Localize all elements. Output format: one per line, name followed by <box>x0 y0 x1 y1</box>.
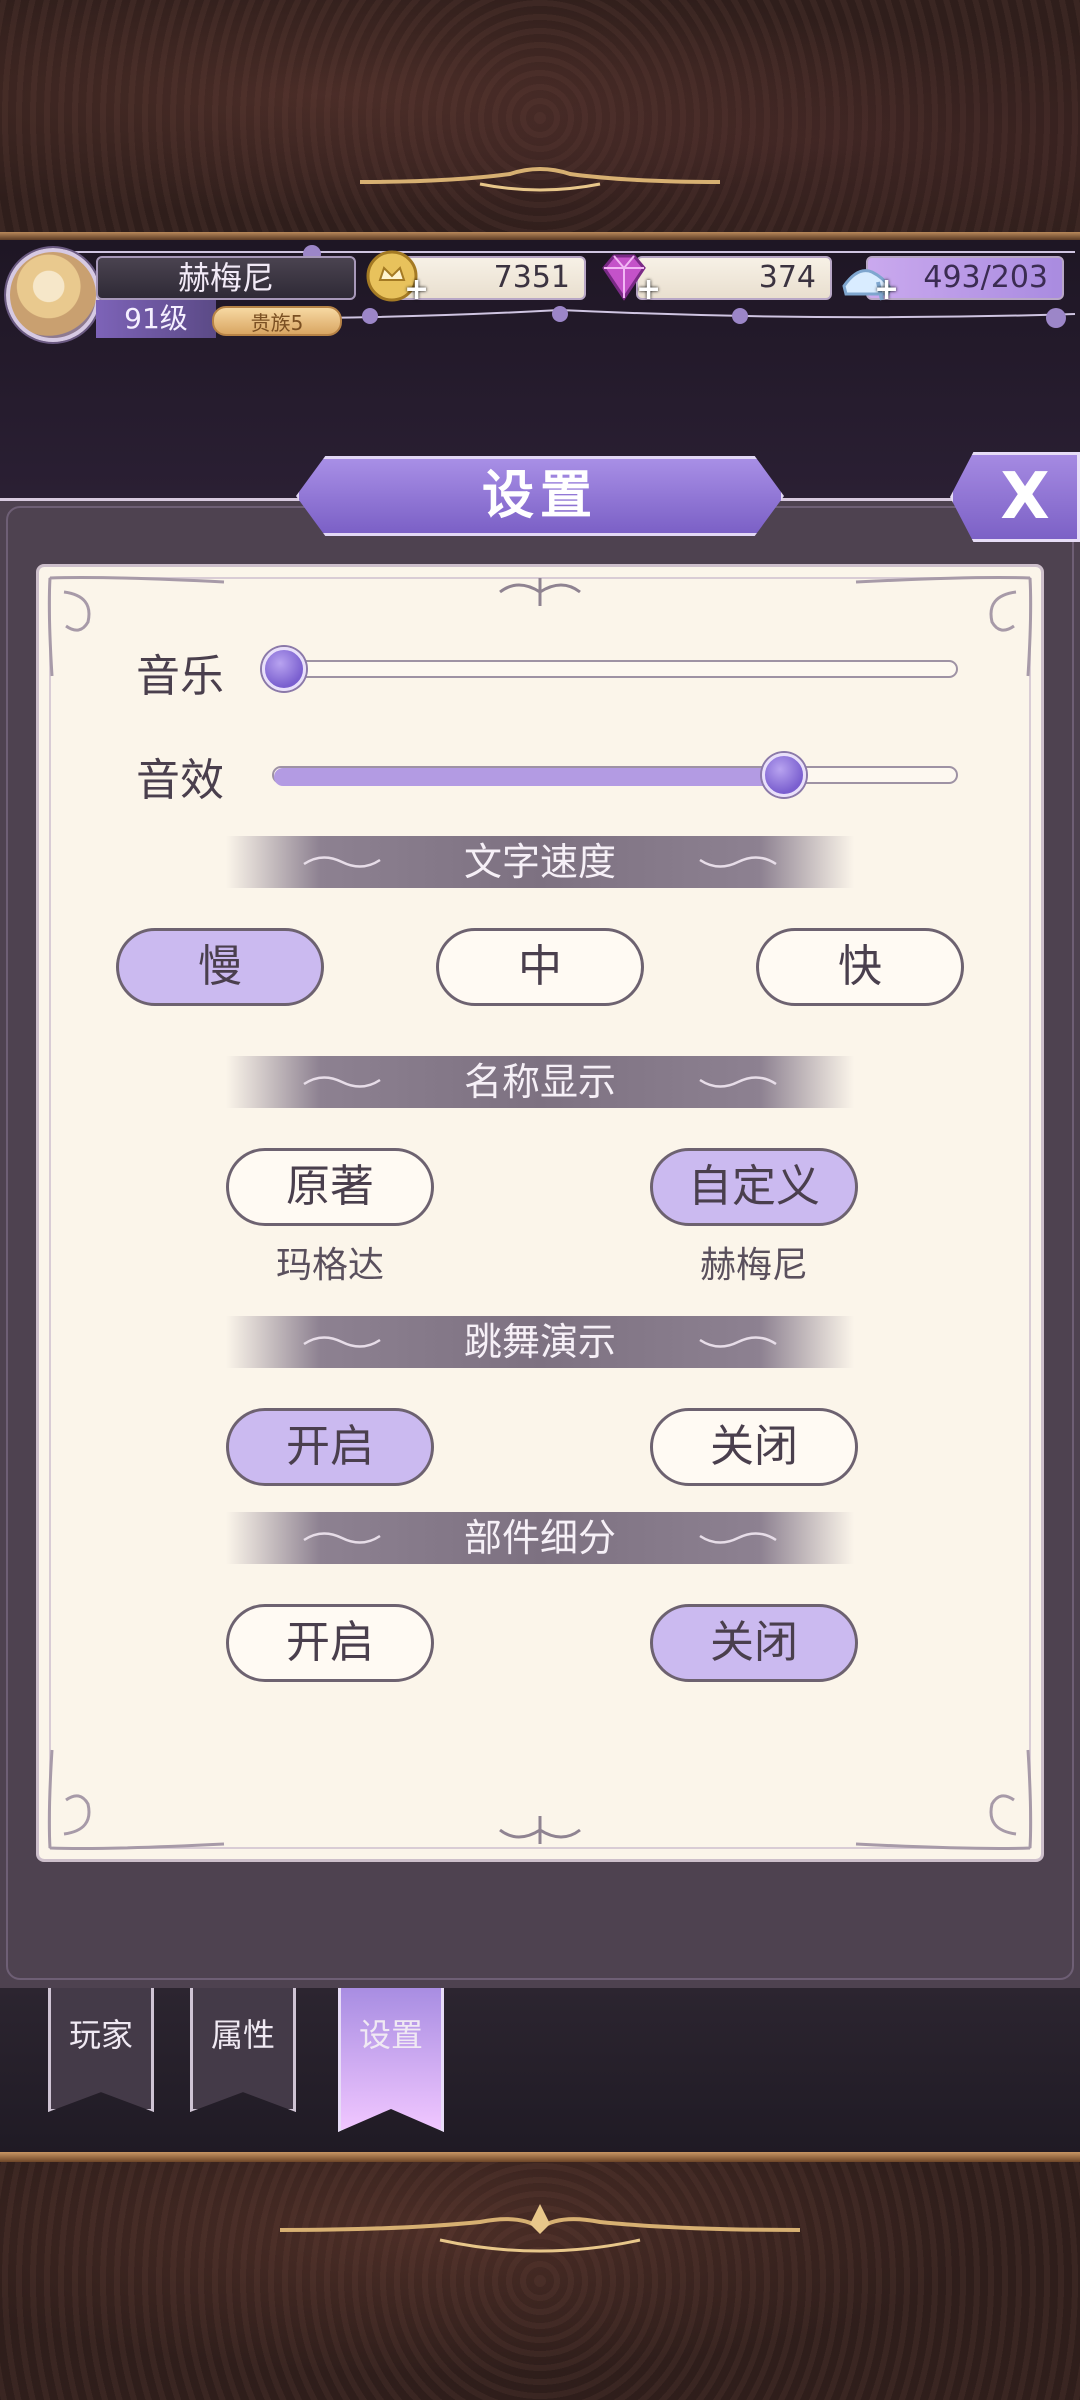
swirl-right-icon <box>699 1076 777 1088</box>
sfx-label: 音效 <box>136 755 224 806</box>
swirl-left-icon <box>303 1076 381 1088</box>
parts-detail-on[interactable]: 开启 <box>226 1604 434 1682</box>
section-header-name-display: 名称显示 <box>226 1056 854 1108</box>
original-name-label: 玛格达 <box>275 1245 384 1286</box>
swirl-left-icon <box>303 1336 381 1348</box>
music-slider[interactable] <box>272 660 958 678</box>
player-avatar[interactable] <box>6 248 100 342</box>
name-display-original[interactable]: 原著 <box>226 1148 434 1226</box>
section-title: 文字速度 <box>463 840 616 884</box>
music-slider-handle[interactable] <box>262 647 306 691</box>
sfx-slider[interactable] <box>272 766 958 786</box>
bottom-band-edge <box>0 2152 1080 2162</box>
ornament-bottom <box>280 2204 800 2253</box>
player-name: 赫梅尼 <box>96 256 356 300</box>
close-button[interactable]: X <box>950 452 1080 542</box>
swirl-right-icon <box>699 856 777 868</box>
corner-flourish-bottom-left <box>47 1749 225 1850</box>
corner-flourish-bottom-right <box>855 1749 1033 1850</box>
top-decor-band <box>0 0 1080 236</box>
add-gold-icon[interactable]: + <box>404 272 429 307</box>
ornament-top <box>360 167 720 192</box>
name-display-custom[interactable]: 自定义 <box>650 1148 858 1226</box>
music-label: 音乐 <box>136 651 224 702</box>
sfx-slider-handle[interactable] <box>761 753 806 797</box>
top-center-ornament <box>499 578 581 606</box>
gem-count: 374 <box>636 256 832 300</box>
rank-badge: 贵族5 <box>212 306 342 336</box>
text-speed-slow[interactable]: 慢 <box>116 928 324 1006</box>
swirl-left-icon <box>303 856 381 868</box>
bottom-decor-band <box>0 2162 1080 2400</box>
bottom-center-ornament <box>499 1816 581 1844</box>
section-header-dance-demo: 跳舞演示 <box>226 1316 854 1368</box>
swirl-right-icon <box>699 1532 777 1544</box>
swirl-right-icon <box>699 1336 777 1348</box>
bottom-nav <box>0 1988 1080 2156</box>
section-title: 部件细分 <box>463 1516 616 1560</box>
text-speed-medium[interactable]: 中 <box>436 928 644 1006</box>
custom-name-label: 赫梅尼 <box>699 1245 808 1286</box>
parts-detail-off[interactable]: 关闭 <box>650 1604 858 1682</box>
dance-demo-off[interactable]: 关闭 <box>650 1408 858 1486</box>
section-title: 跳舞演示 <box>463 1320 616 1364</box>
player-level: 91级 <box>96 300 216 338</box>
add-gem-icon[interactable]: + <box>636 272 661 307</box>
add-stamina-icon[interactable]: + <box>874 272 899 307</box>
section-title: 名称显示 <box>463 1060 616 1104</box>
dialog-title: 设置 <box>296 456 784 536</box>
section-header-parts-detail: 部件细分 <box>226 1512 854 1564</box>
top-band-edge <box>0 232 1080 240</box>
section-header-text-speed: 文字速度 <box>226 836 854 888</box>
text-speed-fast[interactable]: 快 <box>756 928 964 1006</box>
dance-demo-on[interactable]: 开启 <box>226 1408 434 1486</box>
sfx-slider-fill <box>274 768 786 786</box>
swirl-left-icon <box>303 1532 381 1544</box>
